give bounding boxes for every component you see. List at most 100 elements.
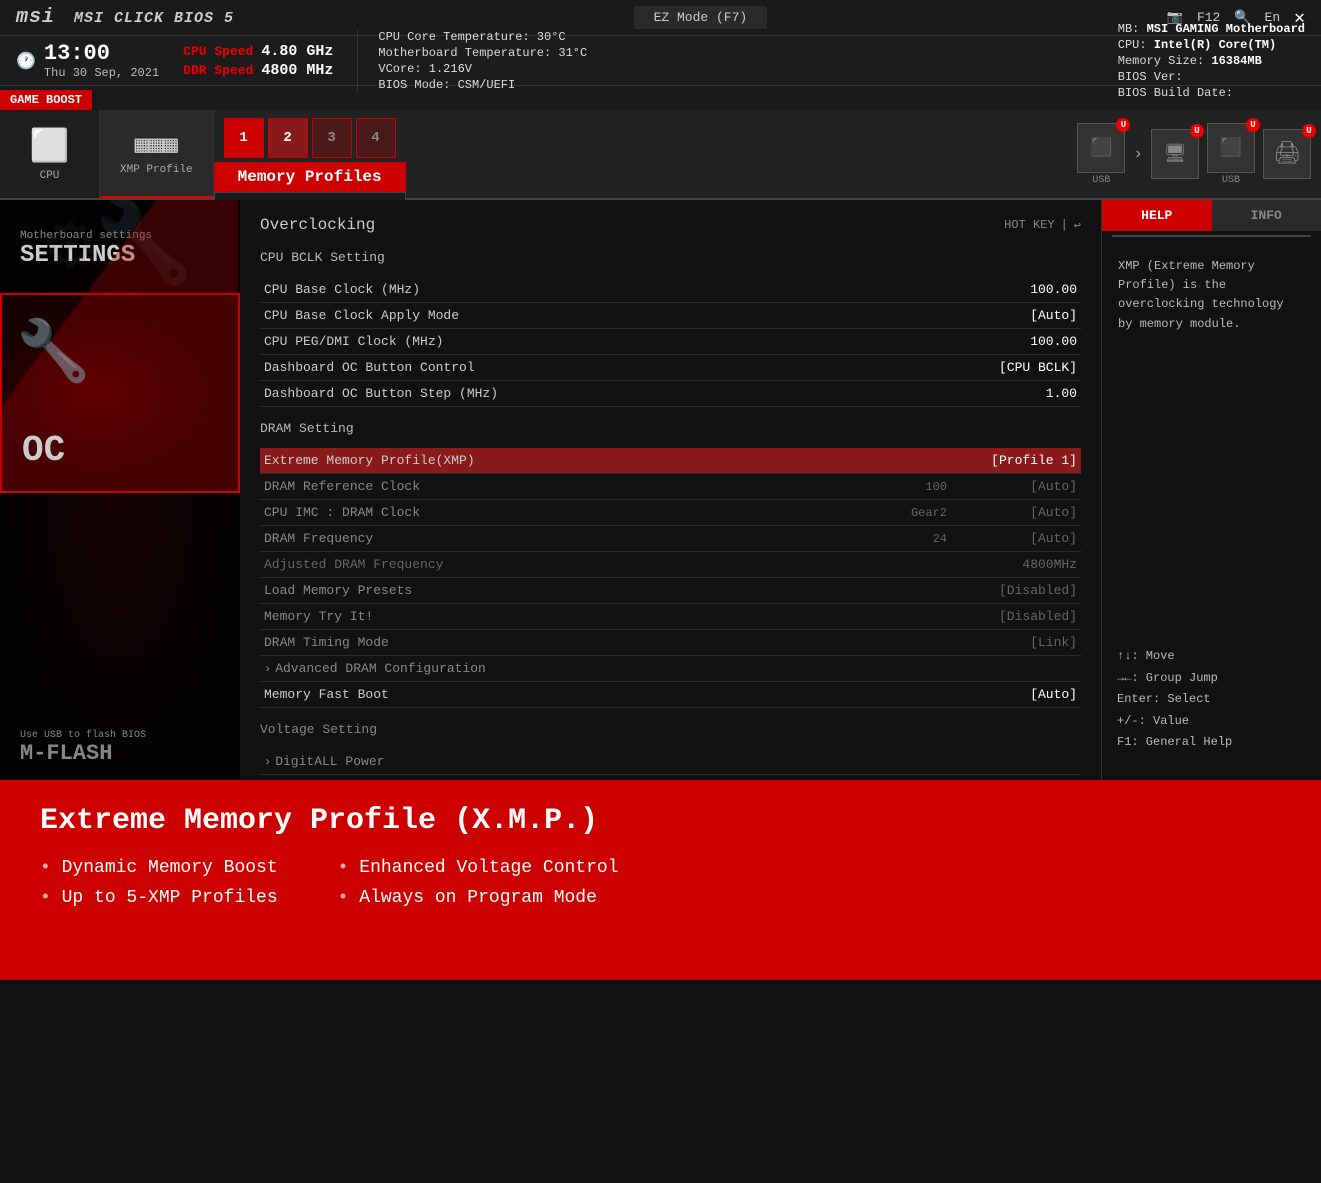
mb-temp: Motherboard Temperature: 31°C [378, 46, 587, 60]
usb-icon-4: 🖨 [1273, 141, 1301, 167]
tab-cpu-label: CPU [40, 170, 60, 182]
usb-item-1[interactable]: ⬛ U USB [1077, 123, 1125, 186]
vcore: VCore: 1.216V [378, 62, 587, 76]
help-tabs: HELP INFO [1102, 200, 1321, 231]
feature-program-mode: Always on Program Mode [338, 888, 619, 908]
help-panel: HELP INFO XMP (Extreme Memory Profile) i… [1101, 200, 1321, 780]
ez-mode-button[interactable]: EZ Mode (F7) [634, 6, 768, 29]
bios-ver-label: BIOS Ver: [1118, 70, 1183, 84]
cpu-value: Intel(R) Core(TM) [1154, 38, 1276, 52]
row-dram-freq[interactable]: DRAM Frequency 24 [Auto] [260, 526, 1081, 552]
row-cpu-imc-dram[interactable]: CPU IMC : DRAM Clock Gear2 [Auto] [260, 500, 1081, 526]
speed-display: CPU Speed 4.80 GHz DDR Speed 4800 MHz [183, 43, 333, 79]
date-display: Thu 30 Sep, 2021 [44, 66, 159, 80]
xmp-button-group: 1 2 3 4 [214, 118, 406, 158]
row-load-mem-presets[interactable]: Load Memory Presets [Disabled] [260, 578, 1081, 604]
ddr-speed-value: 4800 MHz [261, 62, 333, 79]
sidebar-item-mflash[interactable]: Use USB to flash BIOS M-FLASH [0, 716, 240, 780]
status-bar: 🕐 13:00 Thu 30 Sep, 2021 CPU Speed 4.80 … [0, 36, 1321, 86]
usb-badge-2: U [1190, 124, 1204, 138]
app-logo: msi MSI CLICK BIOS 5 [16, 6, 234, 29]
row-dram-timing-mode[interactable]: DRAM Timing Mode [Link] [260, 630, 1081, 656]
xmp-btn-2[interactable]: 2 [268, 118, 308, 158]
row-cpu-peg-dmi[interactable]: CPU PEG/DMI Clock (MHz) 100.00 [260, 329, 1081, 355]
row-dashboard-oc-step[interactable]: Dashboard OC Button Step (MHz) 1.00 [260, 381, 1081, 407]
usb-box-4: 🖨 U [1263, 129, 1311, 179]
usb-label-3: USB [1222, 175, 1240, 186]
row-dram-ref-clock[interactable]: DRAM Reference Clock 100 [Auto] [260, 474, 1081, 500]
sidebar-item-settings[interactable]: ⚙🔧 Motherboard settings SETTINGS [0, 200, 240, 289]
xmp-btn-1[interactable]: 1 [224, 118, 264, 158]
tab-cpu[interactable]: ⬜ CPU [0, 110, 100, 198]
tab-xmp-label: XMP Profile [120, 164, 193, 176]
voltage-header: Voltage Setting [260, 722, 1081, 741]
mem-label: Memory Size: [1118, 54, 1204, 68]
row-adj-dram-freq: Adjusted DRAM Frequency 4800MHz [260, 552, 1081, 578]
voltage-rows: › DigitALL Power CPU Core Voltage Monito… [260, 749, 1081, 780]
help-content: XMP (Extreme Memory Profile) is the over… [1102, 241, 1321, 350]
temp-info: CPU Core Temperature: 30°C Motherboard T… [357, 30, 587, 92]
ddr-speed-label: DDR Speed [183, 63, 253, 78]
xmp-controls: 1 2 3 4 Memory Profiles User Profiles [214, 110, 406, 198]
help-divider [1112, 235, 1311, 237]
nav-hint-help: F1: General Help [1117, 732, 1305, 754]
cpu-label: CPU: [1118, 38, 1147, 52]
nav-hint-value: +/-: Value [1117, 711, 1305, 733]
memory-profiles-option[interactable]: Memory Profiles [214, 162, 406, 192]
cpu-bclk-rows: CPU Base Clock (MHz) 100.00 CPU Base Clo… [260, 277, 1081, 407]
feature-col-left: Dynamic Memory Boost Up to 5-XMP Profile… [40, 858, 278, 908]
usb-item-2[interactable]: 🖥 U [1151, 129, 1199, 179]
expand-arrow-2: › [264, 755, 271, 769]
usb-item-4[interactable]: 🖨 U [1263, 129, 1311, 179]
row-adv-dram-config[interactable]: › Advanced DRAM Configuration [260, 656, 1081, 682]
panel-header: Overclocking HOT KEY | ↩ [260, 216, 1081, 234]
oc-tools-icon: 🔧 [16, 315, 91, 390]
feature-dynamic-memory: Dynamic Memory Boost [40, 858, 278, 878]
xmp-btn-3[interactable]: 3 [312, 118, 352, 158]
tab-info[interactable]: INFO [1212, 200, 1321, 231]
mflash-title: M-FLASH [20, 741, 220, 766]
game-boost-tab[interactable]: GAME BOOST [0, 90, 92, 110]
tab-help[interactable]: HELP [1102, 200, 1212, 231]
memory-icon: ▦▦▦ [135, 130, 178, 160]
time-display: 13:00 [44, 41, 159, 66]
mb-value: MSI GAMING Motherboard [1147, 22, 1305, 36]
feature-col-right: Enhanced Voltage Control Always on Progr… [338, 858, 619, 908]
row-memory-fast-boot[interactable]: Memory Fast Boot [Auto] [260, 682, 1081, 708]
bios-mode: BIOS Mode: CSM/UEFI [378, 78, 587, 92]
row-cpu-base-clock[interactable]: CPU Base Clock (MHz) 100.00 [260, 277, 1081, 303]
system-info: MB: MSI GAMING Motherboard CPU: Intel(R)… [1118, 22, 1305, 100]
nav-hint-move: ↑↓: Move [1117, 646, 1305, 668]
usb-badge-1: U [1116, 118, 1130, 132]
arrow-right-1: › [1133, 145, 1143, 163]
xmp-btn-4[interactable]: 4 [356, 118, 396, 158]
main-content: ⚙🔧 Motherboard settings SETTINGS 🔧 OC Us… [0, 200, 1321, 780]
oc-label: OC [22, 430, 65, 471]
usb-box-3: ⬛ U [1207, 123, 1255, 173]
row-dashboard-oc-control[interactable]: Dashboard OC Button Control [CPU BCLK] [260, 355, 1081, 381]
usb-item-3[interactable]: ⬛ U USB [1207, 123, 1255, 186]
dram-header: DRAM Setting [260, 421, 1081, 440]
settings-panel: Overclocking HOT KEY | ↩ CPU BCLK Settin… [240, 200, 1101, 780]
row-digitall-power[interactable]: › DigitALL Power [260, 749, 1081, 775]
dram-rows: Extreme Memory Profile(XMP) [Profile 1] … [260, 448, 1081, 708]
cpu-temp: CPU Core Temperature: 30°C [378, 30, 587, 44]
back-icon[interactable]: ↩ [1074, 218, 1081, 233]
cpu-icon: ⬜ [30, 126, 70, 166]
clock-display: 🕐 13:00 Thu 30 Sep, 2021 [16, 41, 159, 80]
row-memory-try-it[interactable]: Memory Try It! [Disabled] [260, 604, 1081, 630]
row-cpu-core-volt-mon[interactable]: CPU Core Voltage Monitor [VCC Sense] [260, 775, 1081, 780]
row-cpu-base-clock-apply[interactable]: CPU Base Clock Apply Mode [Auto] [260, 303, 1081, 329]
cpu-speed-label: CPU Speed [183, 44, 253, 59]
bottom-title: Extreme Memory Profile (X.M.P.) [40, 804, 1281, 838]
usb-icon-group: ⬛ U USB › 🖥 U ⬛ U USB 🖨 U [1067, 110, 1321, 198]
sidebar-item-oc[interactable]: 🔧 OC [0, 293, 240, 493]
nav-section: ⬜ CPU ▦▦▦ XMP Profile 1 2 3 4 Memory Pro… [0, 110, 1321, 200]
row-xmp[interactable]: Extreme Memory Profile(XMP) [Profile 1] [260, 448, 1081, 474]
hotkey-label: HOT KEY [1004, 218, 1054, 232]
tab-xmp[interactable]: ▦▦▦ XMP Profile [100, 110, 214, 198]
panel-title: Overclocking [260, 216, 375, 234]
usb-label-1: USB [1092, 175, 1110, 186]
nav-hint-group: →←: Group Jump [1117, 668, 1305, 690]
bios-build-label: BIOS Build Date: [1118, 86, 1233, 100]
